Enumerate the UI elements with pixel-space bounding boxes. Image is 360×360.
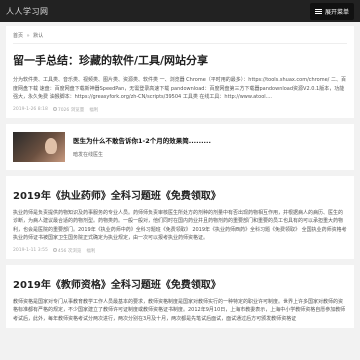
- post-card: 2019年《教师资格》全科习题班《免费领取》 教师资格是国家对专门从事教育教学工…: [6, 264, 354, 329]
- ad-text: 医生为什么不敢告诉你1-2个月的效果简......... 暗发在线医生: [73, 135, 211, 158]
- post-date: 2019-1-11 3:55: [13, 248, 48, 254]
- post-views: 7026 浏览量: [52, 107, 84, 113]
- menu-button[interactable]: 展开菜单: [309, 2, 354, 20]
- breadcrumb-current[interactable]: 默认: [33, 33, 43, 39]
- ad-title[interactable]: 医生为什么不敢告诉你1-2个月的效果简.........: [73, 135, 211, 145]
- post-card: 首页 » 默认 留一手总结：珍藏的软件/工具/网站分享 分为软件类、工具类、音乐…: [6, 26, 354, 118]
- ad-thumbnail[interactable]: [13, 131, 65, 162]
- post-title[interactable]: 2019年《执业药师》全科习题班《免费领取》: [13, 190, 347, 203]
- post-meta: 2019-1-26 8:18 7026 浏览量 福利: [13, 107, 347, 113]
- eye-icon: [52, 248, 57, 253]
- menu-label: 展开菜单: [324, 8, 349, 16]
- main-content: 首页 » 默认 留一手总结：珍藏的软件/工具/网站分享 分为软件类、工具类、音乐…: [0, 26, 360, 329]
- post-title[interactable]: 2019年《教师资格》全科习题班《免费领取》: [13, 279, 347, 292]
- post-excerpt: 执业药师是负责提供药物知识及药事服务的专业人员。药师师负责审核医生所处方的剂种的…: [13, 209, 347, 242]
- breadcrumb: 首页 » 默认: [13, 32, 347, 44]
- hamburger-icon: [314, 8, 322, 14]
- post-views: 456 次浏览: [52, 248, 81, 254]
- post-category[interactable]: 福利: [86, 248, 95, 254]
- post-date: 2019-1-26 8:18: [13, 107, 48, 113]
- post-meta: 2019-1-11 3:55 456 次浏览 福利: [13, 248, 347, 254]
- site-title[interactable]: 人人学习网: [6, 6, 49, 17]
- breadcrumb-separator: »: [26, 33, 30, 39]
- eye-icon: [52, 107, 57, 112]
- post-excerpt: 分为软件类、工具类、音乐类、视频类、图片类、资源类、软件类 一、浏览器 Chro…: [13, 77, 346, 101]
- post-title[interactable]: 留一手总结：珍藏的软件/工具/网站分享: [13, 54, 347, 68]
- ad-banner[interactable]: 医生为什么不敢告诉你1-2个月的效果简......... 暗发在线医生: [6, 123, 354, 170]
- top-bar: 人人学习网 展开菜单: [0, 0, 360, 22]
- ad-subtitle: 暗发在线医生: [73, 152, 104, 159]
- breadcrumb-home[interactable]: 首页: [13, 33, 23, 39]
- post-card: 2019年《执业药师》全科习题班《免费领取》 执业药师是负责提供药物知识及药事服…: [6, 175, 354, 259]
- post-category[interactable]: 福利: [89, 107, 98, 113]
- post-excerpt: 教师资格是国家对专门从事教育教学工作人员最基本的要求，教师资格制度是国家对教师实…: [13, 298, 346, 322]
